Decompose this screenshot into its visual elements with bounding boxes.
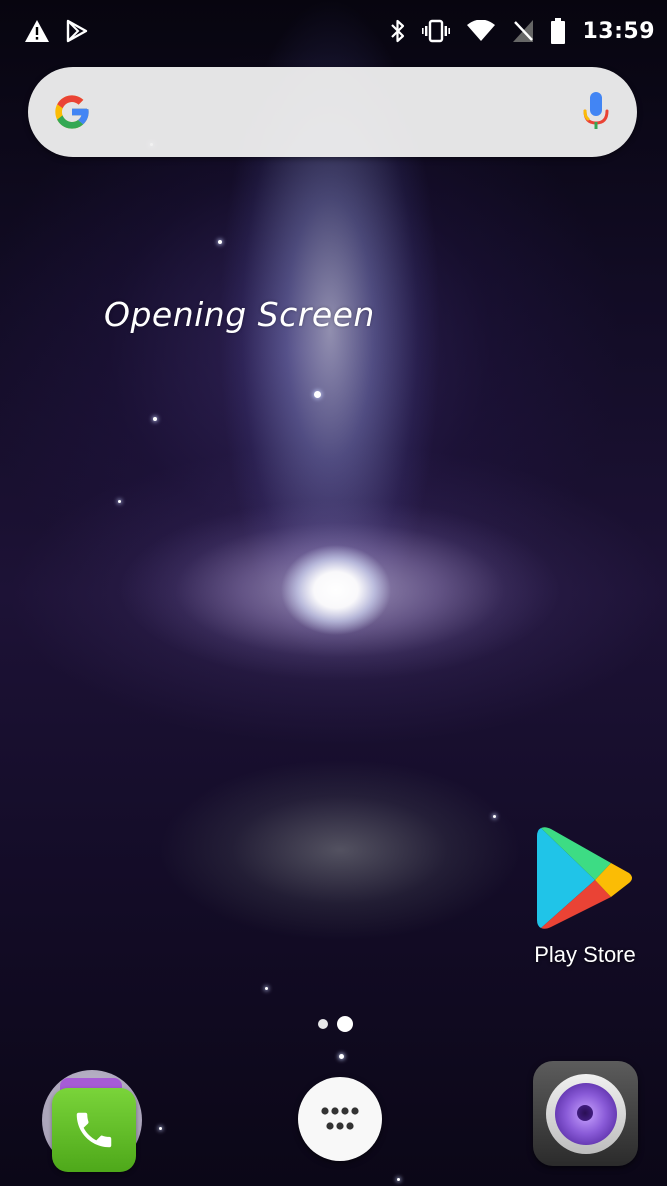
star bbox=[314, 391, 321, 398]
alert-triangle-icon bbox=[24, 19, 50, 43]
microphone-icon[interactable] bbox=[583, 91, 609, 133]
phone-icon[interactable] bbox=[52, 1088, 136, 1172]
wallpaper bbox=[0, 0, 667, 1186]
status-notification-icons bbox=[24, 19, 88, 43]
star bbox=[218, 240, 222, 244]
status-time: 13:59 bbox=[582, 18, 655, 44]
battery-icon bbox=[550, 18, 566, 44]
camera-icon[interactable] bbox=[545, 1073, 626, 1154]
star bbox=[159, 1127, 162, 1130]
camera-lens bbox=[554, 1082, 617, 1145]
status-system-icons: 13:59 bbox=[390, 18, 655, 44]
play-protect-icon bbox=[66, 19, 88, 43]
app-drawer-icon[interactable] bbox=[298, 1077, 382, 1161]
play-store-icon[interactable] bbox=[535, 820, 635, 932]
star bbox=[339, 1054, 344, 1059]
dock-phone-app[interactable] bbox=[42, 1062, 146, 1172]
app-play-store[interactable]: Play Store bbox=[520, 820, 650, 980]
bluetooth-icon bbox=[390, 18, 406, 44]
star bbox=[118, 500, 121, 503]
star bbox=[265, 987, 268, 990]
star bbox=[493, 815, 496, 818]
status-bar[interactable]: 13:59 bbox=[0, 0, 667, 62]
dock-camera-app[interactable] bbox=[533, 1061, 638, 1166]
app-label-play-store: Play Store bbox=[534, 942, 636, 967]
star bbox=[397, 1178, 400, 1181]
google-search-bar[interactable] bbox=[28, 67, 637, 157]
opening-screen-text: Opening Screen bbox=[104, 295, 375, 334]
page-dot-2-active bbox=[337, 1016, 353, 1032]
page-dot-1 bbox=[318, 1019, 328, 1029]
wifi-icon bbox=[466, 20, 496, 42]
page-indicator bbox=[318, 1016, 353, 1032]
vibrate-icon bbox=[422, 19, 451, 43]
star bbox=[153, 417, 157, 421]
google-g-icon[interactable] bbox=[52, 92, 92, 132]
no-sim-icon bbox=[512, 19, 534, 43]
